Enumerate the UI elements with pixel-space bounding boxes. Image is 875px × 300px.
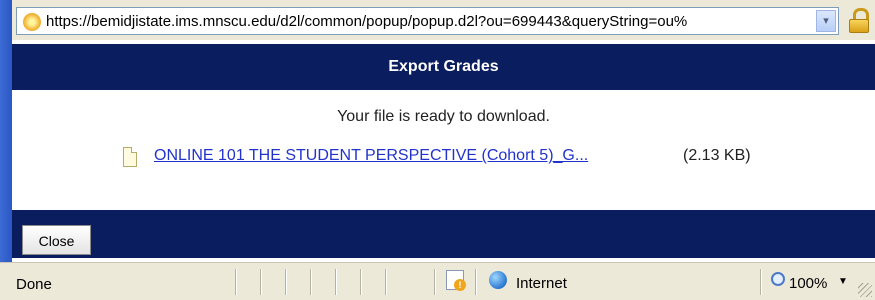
zoom-level[interactable]: 100%	[789, 275, 827, 292]
dialog-content: Your file is ready to download. ONLINE 1…	[12, 90, 875, 210]
security-zone-label[interactable]: Internet	[516, 275, 567, 292]
address-bar: https://bemidjistate.ims.mnscu.edu/d2l/c…	[12, 0, 875, 40]
status-divider	[434, 269, 435, 295]
status-bar: Done ! Internet 100% ▼	[0, 262, 875, 300]
globe-icon	[489, 271, 507, 289]
status-divider	[360, 269, 361, 295]
status-divider	[760, 269, 761, 295]
status-divider	[335, 269, 336, 295]
status-divider	[285, 269, 286, 295]
download-file-link[interactable]: ONLINE 101 THE STUDENT PERSPECTIVE (Coho…	[154, 147, 588, 165]
lock-body	[849, 19, 869, 33]
zoom-dropdown-caret[interactable]: ▼	[838, 276, 848, 287]
zoom-icon[interactable]	[771, 272, 785, 286]
status-divider	[235, 269, 236, 295]
status-text: Done	[16, 276, 52, 293]
status-divider	[310, 269, 311, 295]
status-divider	[475, 269, 476, 295]
status-divider	[385, 269, 386, 295]
url-dropdown-button[interactable]: ▾	[816, 10, 836, 32]
url-text[interactable]: https://bemidjistate.ims.mnscu.edu/d2l/c…	[46, 13, 806, 30]
close-button[interactable]: Close	[22, 225, 91, 255]
document-icon	[123, 147, 137, 167]
window-frame	[0, 0, 12, 299]
url-field[interactable]: https://bemidjistate.ims.mnscu.edu/d2l/c…	[16, 7, 839, 35]
status-divider	[260, 269, 261, 295]
site-favicon-icon	[23, 13, 41, 31]
page-warning-icon[interactable]: !	[446, 270, 466, 291]
lock-icon[interactable]	[848, 8, 870, 34]
file-size: (2.13 KB)	[683, 147, 751, 164]
resize-grip-icon[interactable]	[858, 283, 872, 297]
dialog-title: Export Grades	[12, 44, 875, 90]
warning-badge: !	[454, 279, 466, 291]
dialog-button-bar: Close	[12, 210, 875, 258]
ready-message: Your file is ready to download.	[337, 108, 550, 125]
